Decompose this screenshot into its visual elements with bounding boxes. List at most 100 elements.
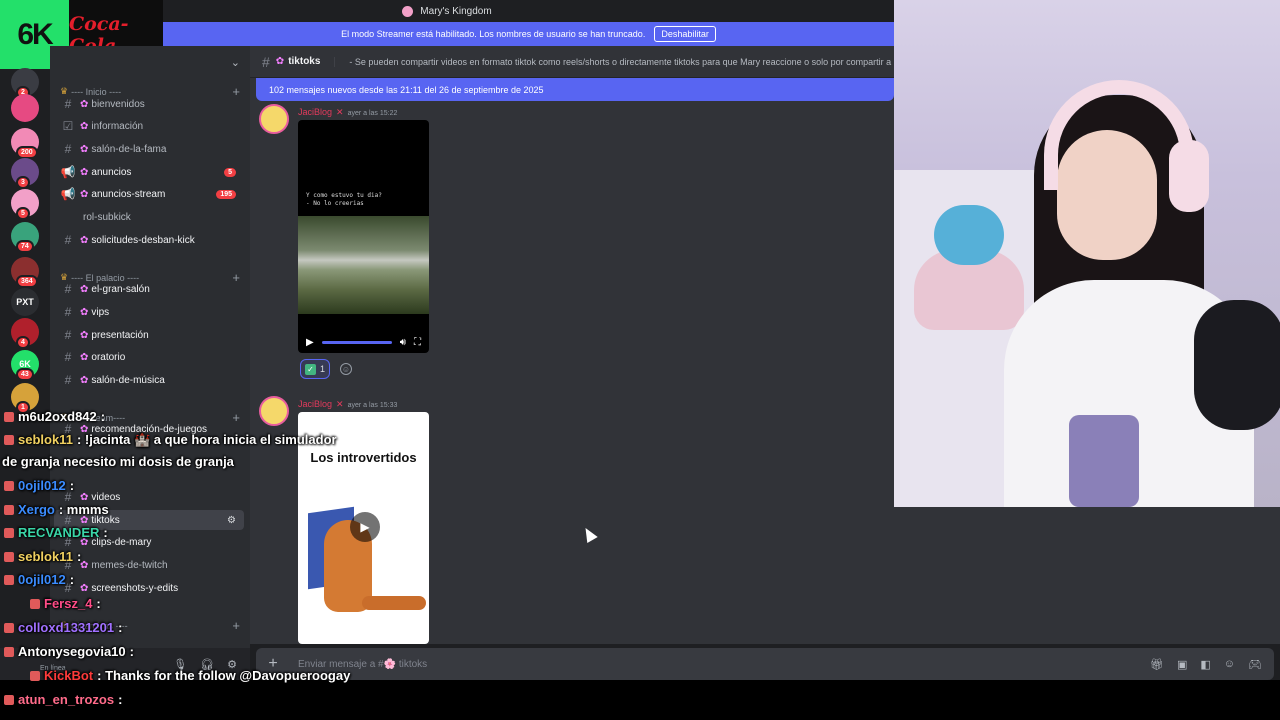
- chat-badge-icon: [4, 435, 14, 445]
- play-icon[interactable]: ▶: [306, 337, 314, 348]
- sidebar-item-información[interactable]: ☑ ✿ información: [54, 116, 244, 136]
- chat-username: seblok11: [18, 549, 73, 564]
- sidebar-item-oratorio[interactable]: # ✿ oratorio: [54, 347, 244, 367]
- emoji-icon[interactable]: ☺: [1224, 658, 1235, 671]
- sidebar-item-vips[interactable]: # ✿ vips: [54, 302, 244, 322]
- channel-name: bienvenidos: [91, 98, 145, 110]
- disable-streamer-mode-button[interactable]: Deshabilitar: [654, 26, 716, 42]
- streamer-mode-text: El modo Streamer está habilitado. Los no…: [341, 29, 646, 39]
- channel-type-icon: #: [64, 373, 72, 387]
- channel-type-icon: #: [64, 350, 72, 364]
- channel-name: vips: [91, 306, 110, 318]
- server-mention-badge: 4: [16, 336, 30, 349]
- chat-text: :: [118, 692, 123, 707]
- channel-name: salón-de-la-fama: [91, 143, 167, 155]
- chat-message: seblok11:: [4, 549, 81, 564]
- video-title: Los introvertidos: [310, 450, 417, 465]
- chat-text: :: [103, 525, 108, 540]
- chat-badge-icon: [4, 412, 14, 422]
- author-name[interactable]: JaciBlog: [298, 107, 332, 117]
- server-mention-badge: 364: [16, 275, 38, 288]
- reaction-count: 1: [319, 364, 325, 374]
- sidebar-item-salón-de-música[interactable]: # ✿ salón-de-música: [54, 370, 244, 390]
- activities-icon[interactable]: 🎮︎: [1248, 658, 1262, 671]
- sidebar-item-screenshots-y-edits[interactable]: # ✿ screenshots-y-edits: [54, 578, 244, 598]
- author-name[interactable]: JaciBlog: [298, 399, 332, 409]
- sidebar-item-memes-de-twitch[interactable]: # ✿ memes-de-twitch: [54, 555, 244, 575]
- message-timestamp: ayer a las 15:33: [347, 402, 398, 409]
- channel-name: screenshots-y-edits: [91, 582, 179, 594]
- chat-text: de granja necesito mi dosis de granja: [2, 454, 234, 469]
- chat-username: Antonysegovia10: [18, 644, 126, 659]
- chat-badge-icon: [4, 575, 14, 585]
- flower-icon: ✿: [80, 582, 89, 594]
- x-icon: ✕: [336, 399, 344, 409]
- sidebar-item-presentación[interactable]: # ✿ presentación: [54, 325, 244, 345]
- channel-name: memes-de-twitch: [91, 559, 168, 571]
- play-icon[interactable]: ▶: [350, 512, 380, 542]
- channel-type-icon: ☑: [62, 119, 74, 133]
- flower-icon: ✿: [80, 491, 89, 503]
- sidebar-item-anuncios-stream[interactable]: 📢 ✿ anuncios-stream 195: [54, 184, 244, 204]
- streamer-mode-banner: El modo Streamer está habilitado. Los no…: [163, 22, 894, 46]
- chat-badge-icon: [30, 599, 40, 609]
- check-mark-icon: ✓: [304, 363, 316, 375]
- chat-text: : Thanks for the follow @Davopueroogay: [97, 668, 351, 683]
- server-mention-badge: 5: [16, 207, 30, 220]
- add-channel-icon[interactable]: +: [232, 618, 240, 633]
- server-icon[interactable]: [11, 94, 39, 122]
- server-pig-icon: [402, 5, 414, 17]
- reaction-pill[interactable]: ✓ 1: [300, 359, 330, 379]
- channel-name: presentación: [91, 329, 149, 341]
- volume-icon[interactable]: 🔊︎: [400, 337, 406, 348]
- sidebar-item-el-gran-salón[interactable]: # ✿ el-gran-salón: [54, 279, 244, 299]
- chat-message: seblok11: !jacinta 🏰 a que hora inicia e…: [4, 432, 337, 448]
- channel-name: el-gran-salón: [91, 283, 150, 295]
- flower-icon: ✿: [80, 306, 89, 318]
- new-messages-bar[interactable]: 102 mensajes nuevos desde las 21:11 del …: [256, 78, 894, 101]
- chat-message: colloxd1331201:: [4, 620, 122, 635]
- video-attachment[interactable]: Y como estuvo tu dia? - No lo creerias ▶…: [298, 120, 429, 353]
- channel-settings-gear-icon[interactable]: ⚙: [227, 515, 236, 526]
- sidebar-item-solicitudes-desban-kick[interactable]: # ✿ solicitudes-desban-kick: [54, 230, 244, 250]
- chat-username: 0ojil012: [18, 572, 66, 587]
- chat-text: : !jacinta 🏰 a que hora inicia el simula…: [76, 432, 337, 447]
- chat-username: RECVANDER: [18, 525, 100, 540]
- sidebar-item-rol-subkick[interactable]: rol-subkick: [54, 207, 244, 227]
- flower-icon: ✿: [80, 234, 89, 246]
- sidebar-item-anuncios[interactable]: 📢 ✿ anuncios 5: [54, 162, 244, 182]
- progress-bar[interactable]: [321, 340, 392, 344]
- chat-badge-icon: [30, 671, 40, 681]
- chat-message: de granja necesito mi dosis de granja: [2, 454, 234, 469]
- channel-name: videos: [91, 491, 121, 503]
- avatar[interactable]: [259, 104, 289, 134]
- chat-strip: [0, 680, 1280, 720]
- add-reaction-icon[interactable]: ☺: [340, 363, 352, 375]
- cat-tail-shape: [362, 596, 426, 610]
- message-composer[interactable]: + Enviar mensaje a #🌸 tiktoks 🎁︎ ▣ ◧ ☺ 🎮…: [256, 648, 1274, 680]
- chat-username: Xergo: [18, 502, 55, 517]
- channel-name: anuncios: [91, 166, 132, 178]
- channel-header: # ✿ tiktoks - Se pueden compartir videos…: [250, 46, 894, 78]
- flower-icon: ✿: [80, 98, 89, 110]
- chat-message: Fersz_4:: [30, 596, 101, 611]
- server-icon[interactable]: PXT: [11, 288, 39, 316]
- sticker-icon[interactable]: ◧: [1200, 658, 1210, 671]
- fullscreen-icon[interactable]: ⛶: [414, 337, 421, 348]
- server-menu-chevron-icon[interactable]: ⌄: [231, 56, 240, 69]
- channel-name: solicitudes-desban-kick: [91, 234, 195, 246]
- avatar[interactable]: [259, 396, 289, 426]
- chat-username: KickBot: [44, 668, 94, 683]
- chat-message: 0ojil012:: [4, 478, 74, 493]
- channel-type-icon: #: [64, 328, 72, 342]
- flower-icon: ✿: [80, 374, 89, 386]
- sidebar-item-bienvenidos[interactable]: # ✿ bienvenidos: [54, 94, 244, 114]
- chat-username: 0ojil012: [18, 478, 66, 493]
- chat-username: colloxd1331201: [18, 620, 115, 635]
- chat-message: m6u2oxd842:: [4, 409, 105, 424]
- chat-username: seblok11: [18, 432, 73, 447]
- gif-icon[interactable]: ▣: [1177, 658, 1187, 671]
- gift-icon[interactable]: 🎁︎: [1150, 658, 1164, 671]
- chat-badge-icon: [4, 695, 14, 705]
- sidebar-item-salón-de-la-fama[interactable]: # ✿ salón-de-la-fama: [54, 139, 244, 159]
